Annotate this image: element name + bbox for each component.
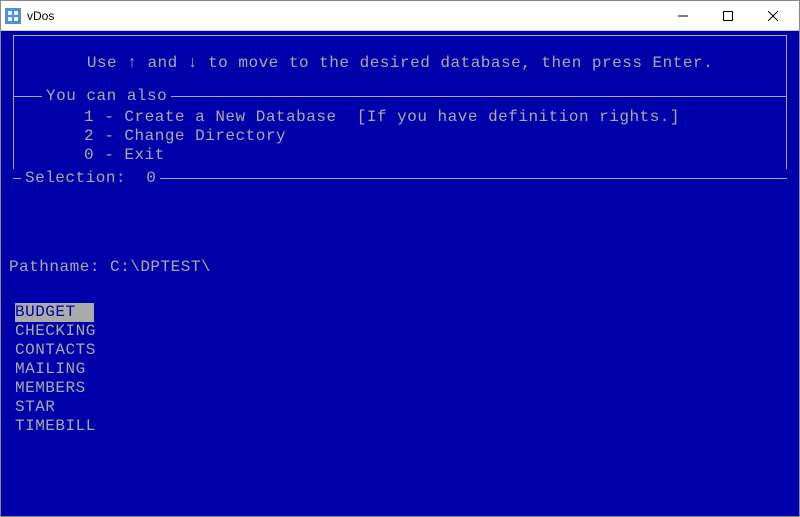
selection-input[interactable]: 0 [146, 169, 156, 187]
instruction-text: Use ↑ and ↓ to move to the desired datab… [14, 36, 786, 87]
menu-item-1[interactable]: 1 - Create a New Database [If you have d… [14, 108, 786, 127]
maximize-button[interactable] [705, 2, 750, 30]
window-title: vDos [27, 9, 660, 23]
app-icon [5, 8, 21, 24]
selection-prompt: Selection: 0 [21, 169, 160, 188]
selection-label: Selection: [25, 169, 146, 187]
close-button[interactable] [750, 2, 795, 30]
menu-item-2[interactable]: 2 - Change Directory [14, 127, 786, 146]
app-window: vDos Use ↑ and ↓ to move to the desired … [0, 0, 800, 517]
pathname-label: Pathname: [9, 258, 110, 276]
terminal-screen: Use ↑ and ↓ to move to the desired datab… [1, 31, 799, 516]
window-controls [660, 2, 795, 30]
titlebar[interactable]: vDos [1, 1, 799, 31]
db-item-members[interactable]: MEMBERS [15, 379, 86, 397]
inner-divider-top: You can also [14, 87, 786, 106]
db-item-contacts[interactable]: CONTACTS [15, 341, 96, 359]
pathname-row: Pathname: C:\DPTEST\ [1, 188, 799, 277]
db-item-timebill[interactable]: TIMEBILL [15, 417, 96, 435]
menu-frame: Use ↑ and ↓ to move to the desired datab… [13, 35, 787, 188]
db-item-star[interactable]: STAR [15, 398, 55, 416]
selection-row: Selection: 0 [13, 169, 787, 188]
db-item-mailing[interactable]: MAILING [15, 360, 86, 378]
pathname-value: C:\DPTEST\ [110, 258, 211, 276]
menu-item-0[interactable]: 0 - Exit [14, 146, 786, 165]
db-item-checking[interactable]: CHECKING [15, 322, 96, 340]
inner-legend: You can also [42, 87, 171, 106]
menu-options: 1 - Create a New Database [If you have d… [14, 106, 786, 169]
db-item-budget[interactable]: BUDGET [15, 303, 94, 322]
database-list: BUDGET CHECKING CONTACTS MAILING MEMBERS… [1, 277, 799, 436]
minimize-button[interactable] [660, 2, 705, 30]
